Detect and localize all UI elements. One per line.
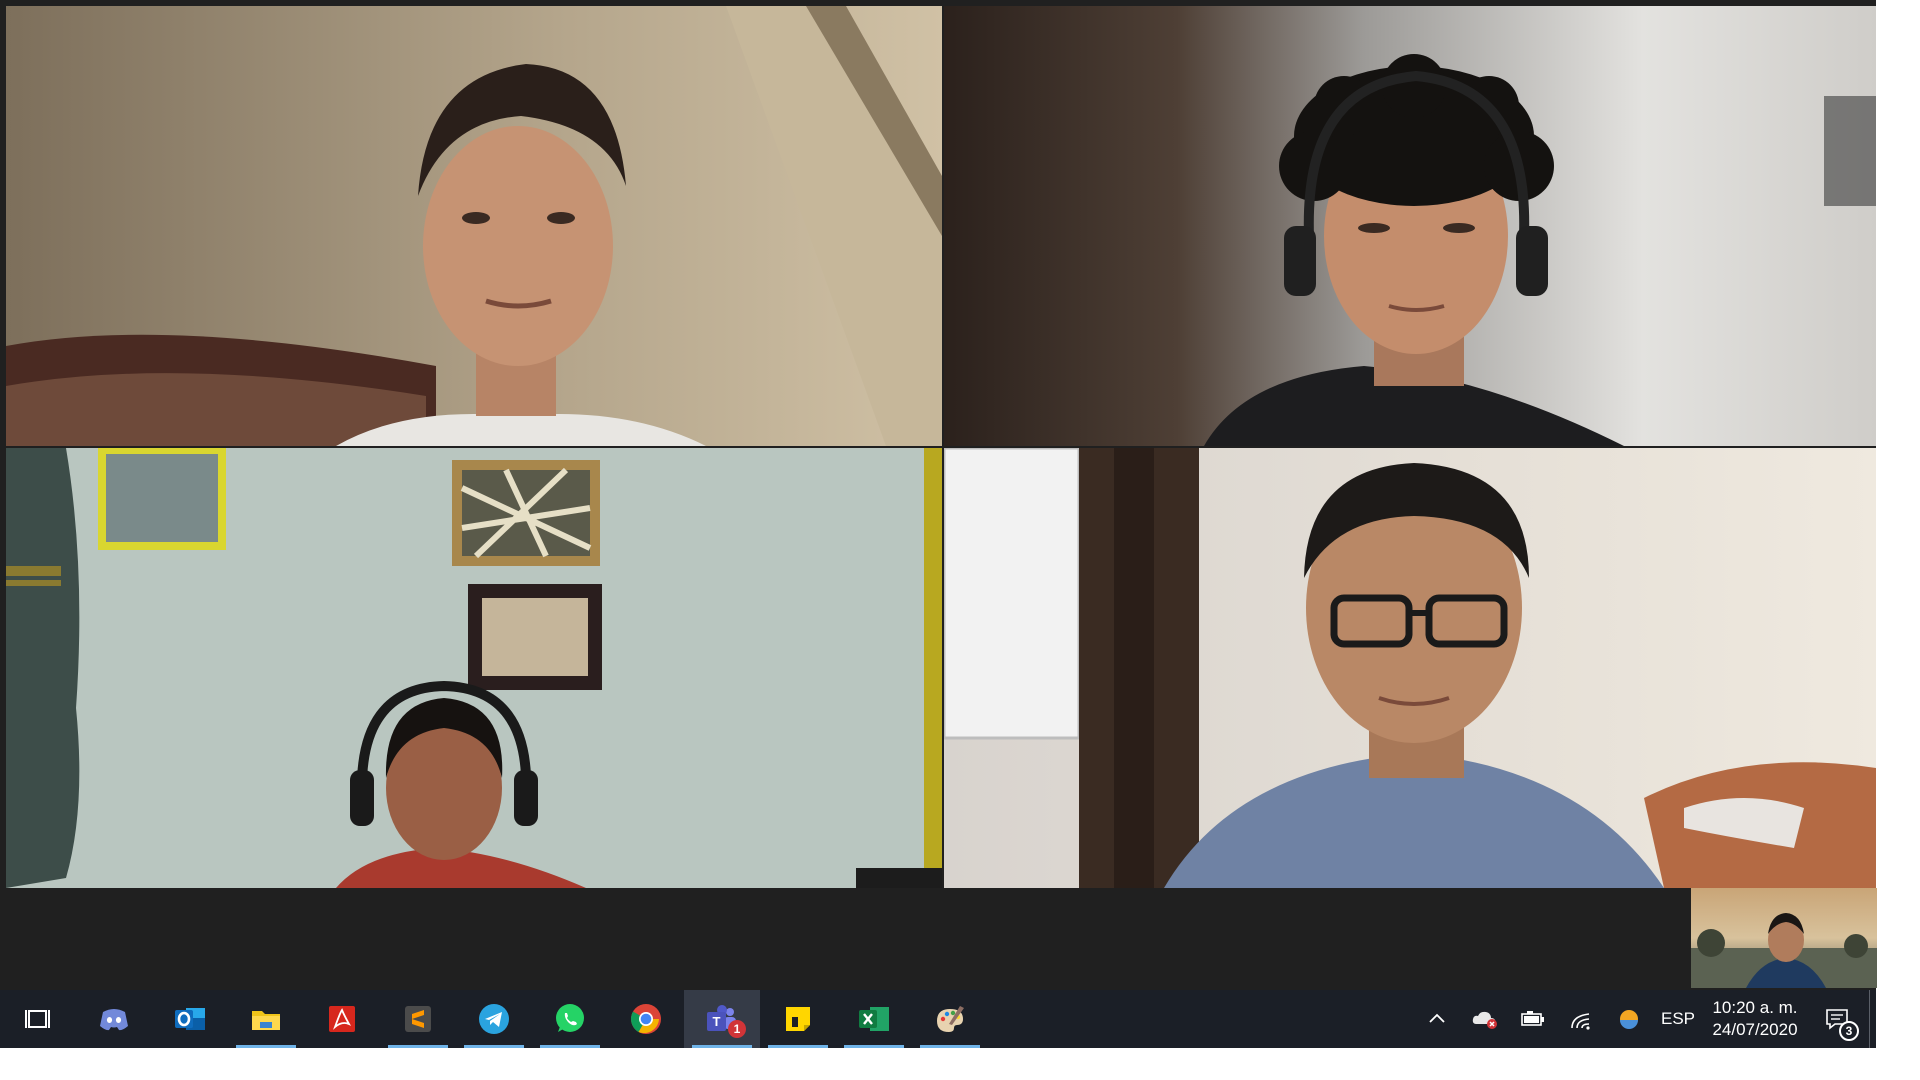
wifi-icon <box>1571 1013 1590 1030</box>
chevron-up-icon <box>1429 1013 1445 1023</box>
running-indicator <box>692 1045 752 1048</box>
participant-video-4 <box>944 448 1876 888</box>
running-indicator <box>464 1045 524 1048</box>
running-indicator <box>920 1045 980 1048</box>
taskbar-adobe-acrobat[interactable] <box>304 990 380 1048</box>
battery-icon <box>1521 1011 1544 1026</box>
taskbar-file-explorer[interactable] <box>228 990 304 1048</box>
show-hidden-icons-button[interactable] <box>1413 990 1461 1048</box>
chrome-icon <box>630 1004 661 1034</box>
sublime-icon <box>405 1006 431 1032</box>
svg-text:T: T <box>713 1014 721 1029</box>
folder-icon <box>252 1011 280 1030</box>
discord-icon <box>100 1009 128 1031</box>
participant-video-tile-4[interactable] <box>944 448 1876 888</box>
running-indicator <box>540 1045 600 1048</box>
participant-video-1 <box>6 6 942 446</box>
weather-night-light[interactable] <box>1605 990 1653 1048</box>
participant-video-2 <box>944 6 1876 446</box>
participant-video-tile-1[interactable] <box>6 6 942 446</box>
windows-taskbar: T 1 ESP 10:20 a. m. 24/07/2020 3 <box>0 990 1876 1048</box>
task-view-button[interactable] <box>0 990 76 1048</box>
outlook-icon <box>175 1008 205 1030</box>
participant-video-3 <box>6 448 942 888</box>
video-call-area <box>0 0 1877 990</box>
input-language[interactable]: ESP <box>1653 990 1703 1048</box>
taskbar-teams[interactable]: T 1 <box>684 990 760 1048</box>
onedrive-status[interactable] <box>1461 990 1509 1048</box>
running-indicator <box>388 1045 448 1048</box>
battery-status[interactable] <box>1509 990 1557 1048</box>
teams-notification-badge: 1 <box>728 1020 746 1038</box>
acrobat-icon <box>329 1006 355 1032</box>
running-indicator <box>236 1045 296 1048</box>
cloud-error-icon <box>1472 1011 1497 1029</box>
weather-icon <box>1620 1010 1638 1029</box>
taskbar-discord[interactable] <box>76 990 152 1048</box>
taskbar-paint[interactable] <box>912 990 988 1048</box>
participant-video-tile-3[interactable] <box>6 448 942 888</box>
taskbar-chrome[interactable] <box>608 990 684 1048</box>
taskbar-outlook[interactable] <box>152 990 228 1048</box>
show-desktop-button[interactable] <box>1869 990 1876 1048</box>
running-indicator <box>768 1045 828 1048</box>
taskbar-whatsapp[interactable] <box>532 990 608 1048</box>
network-status[interactable] <box>1557 990 1605 1048</box>
clock-time: 10:20 a. m. <box>1712 998 1798 1017</box>
sticky-notes-icon <box>786 1007 810 1031</box>
taskbar-sticky-notes[interactable] <box>760 990 836 1048</box>
participant-video-tile-2[interactable] <box>944 6 1876 446</box>
taskbar-sublime-text[interactable] <box>380 990 456 1048</box>
action-center-button[interactable]: 3 <box>1807 990 1869 1048</box>
self-view-image <box>1691 888 1877 988</box>
running-indicator <box>844 1045 904 1048</box>
clock-date: 24/07/2020 <box>1712 1020 1798 1039</box>
clock[interactable]: 10:20 a. m. 24/07/2020 <box>1703 990 1807 1048</box>
system-tray: ESP 10:20 a. m. 24/07/2020 3 <box>1413 990 1876 1048</box>
notification-count-badge: 3 <box>1839 1021 1859 1041</box>
excel-icon <box>859 1007 889 1031</box>
taskbar-telegram[interactable] <box>456 990 532 1048</box>
whatsapp-icon <box>556 1004 584 1032</box>
telegram-icon <box>479 1004 509 1034</box>
task-view-icon <box>25 1010 50 1028</box>
self-view-video[interactable] <box>1691 888 1877 988</box>
taskbar-excel[interactable] <box>836 990 912 1048</box>
paint-icon <box>937 1006 964 1032</box>
